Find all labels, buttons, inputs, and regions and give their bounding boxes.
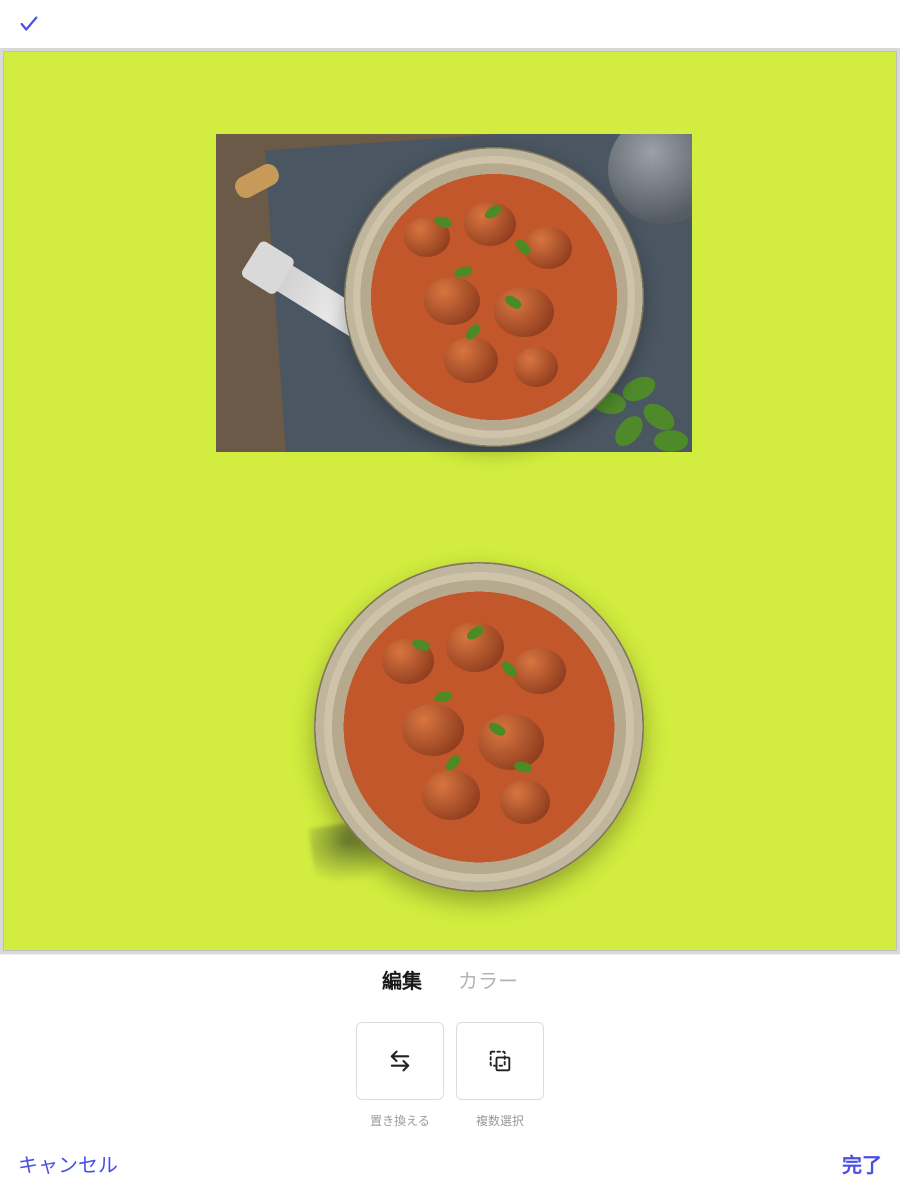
- canvas[interactable]: [3, 51, 897, 951]
- tool-row: [0, 1004, 900, 1106]
- checkmark-icon: [18, 13, 40, 35]
- tab-edit[interactable]: 編集: [382, 965, 422, 994]
- multiselect-label: 複数選択: [456, 1112, 544, 1129]
- swap-icon: [386, 1047, 414, 1075]
- multiselect-button[interactable]: [456, 1022, 544, 1100]
- topbar: [0, 0, 900, 48]
- canvas-frame: [0, 48, 900, 954]
- canvas-object-cutout[interactable]: [314, 562, 644, 892]
- tab-color[interactable]: カラー: [458, 965, 518, 994]
- replace-button[interactable]: [356, 1022, 444, 1100]
- tool-labels: 置き換える 複数選択: [0, 1112, 900, 1129]
- confirm-button[interactable]: [18, 13, 40, 35]
- mode-tabs: 編集 カラー: [0, 954, 900, 1004]
- cancel-button[interactable]: キャンセル: [18, 1149, 118, 1178]
- replace-label: 置き換える: [356, 1112, 444, 1129]
- footer: キャンセル 完了: [0, 1131, 900, 1200]
- done-button[interactable]: 完了: [842, 1149, 882, 1178]
- bowl-in-photo: [344, 147, 644, 447]
- multiselect-icon: [486, 1047, 514, 1075]
